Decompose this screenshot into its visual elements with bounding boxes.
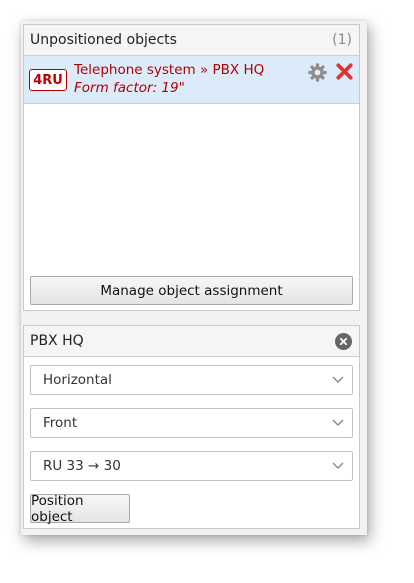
manage-assignment-button[interactable]: Manage object assignment <box>30 276 353 305</box>
remove-icon[interactable] <box>335 62 354 81</box>
unpositioned-title: Unpositioned objects <box>30 32 177 48</box>
side-select[interactable]: Front <box>30 408 353 438</box>
placement-header: PBX HQ <box>24 326 359 357</box>
placement-panel: PBX HQ Horizontal Front RU 33 → 30 Posit… <box>23 325 360 529</box>
object-row[interactable]: 4RU Telephone system » PBX HQ Form facto… <box>24 56 359 104</box>
placement-title: PBX HQ <box>30 333 84 349</box>
rack-unit-range-value: RU 33 → 30 <box>43 458 121 474</box>
gear-icon[interactable] <box>307 62 328 83</box>
panel-frame: Unpositioned objects (1) 4RU Telephone s… <box>21 21 367 535</box>
unpositioned-objects-panel: Unpositioned objects (1) 4RU Telephone s… <box>23 24 360 311</box>
orientation-value: Horizontal <box>43 372 112 388</box>
chevron-down-icon <box>332 419 344 426</box>
unpositioned-header: Unpositioned objects (1) <box>24 25 359 56</box>
object-title[interactable]: Telephone system » PBX HQ <box>74 62 264 78</box>
side-value: Front <box>43 415 78 431</box>
orientation-select[interactable]: Horizontal <box>30 365 353 395</box>
object-form-factor: Form factor: 19" <box>74 80 185 96</box>
unpositioned-count: (1) <box>332 32 352 48</box>
ru-size-badge: 4RU <box>29 69 67 91</box>
rack-unit-range-select[interactable]: RU 33 → 30 <box>30 451 353 481</box>
chevron-down-icon <box>332 462 344 469</box>
close-icon[interactable] <box>335 332 352 350</box>
chevron-down-icon <box>332 376 344 383</box>
position-object-button[interactable]: Position object <box>30 493 130 525</box>
